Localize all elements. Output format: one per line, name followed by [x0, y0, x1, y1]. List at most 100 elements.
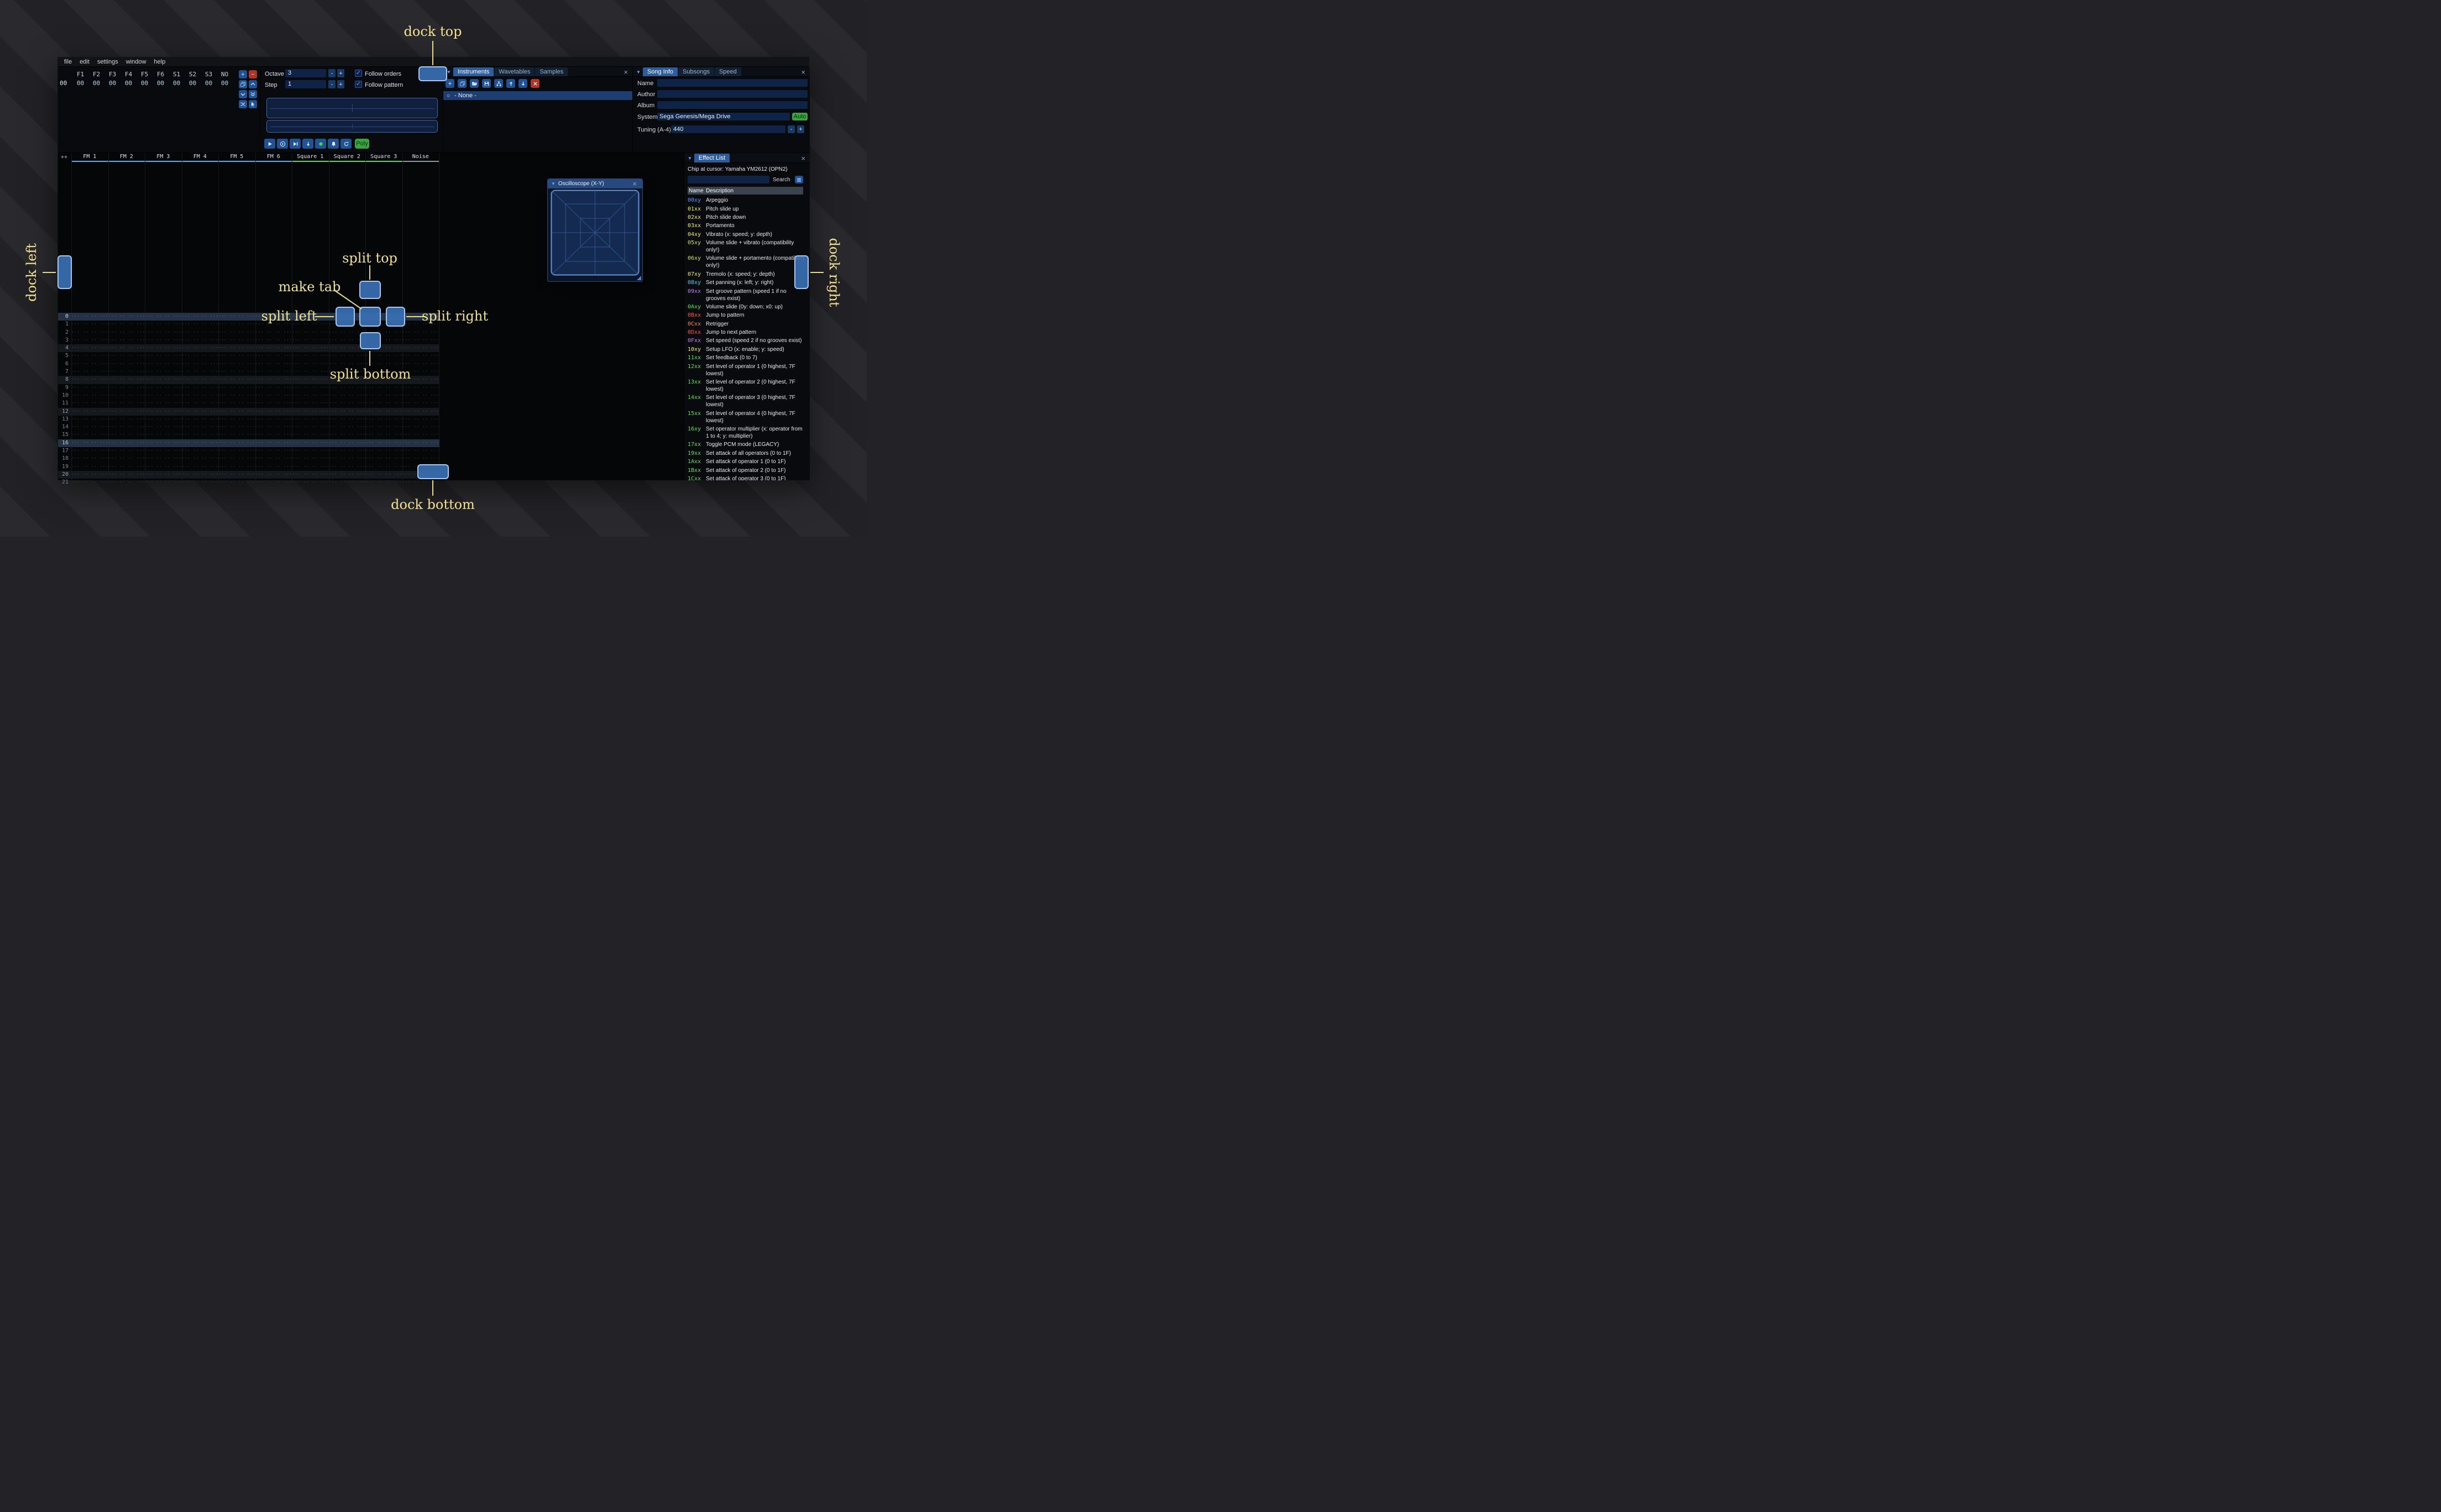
pattern-cell[interactable]: ··· ·· ·· ···	[108, 416, 145, 423]
close-icon[interactable]: ×	[799, 155, 808, 162]
oscilloscope-xy-title-bar[interactable]: ▼ Oscilloscope (X-Y) ×	[548, 179, 642, 188]
pattern-cell[interactable]: ··· ·· ·· ···	[365, 392, 402, 400]
pattern-cell[interactable]: ··· ·· ·· ···	[255, 447, 292, 455]
pattern-cell[interactable]: ··· ·· ·· ···	[218, 360, 255, 368]
pattern-cell[interactable]: ··· ·· ·· ···	[218, 439, 255, 447]
pattern-cell[interactable]: ··· ·· ·· ···	[329, 352, 366, 360]
pattern-cell[interactable]: ··· ·· ·· ···	[145, 352, 182, 360]
split-bottom-button[interactable]	[360, 332, 381, 349]
pattern-cell[interactable]: ··· ·· ·· ···	[71, 431, 108, 439]
orders-cell[interactable]: 00	[88, 80, 104, 87]
pattern-cell[interactable]: ··· ·· ·· ···	[182, 431, 219, 439]
pattern-cell[interactable]: ··· ·· ·· ···	[145, 479, 182, 486]
pattern-cell[interactable]: ··· ·· ·· ···	[255, 471, 292, 479]
orders-cell[interactable]: 00	[104, 80, 121, 87]
effect-search-input[interactable]	[688, 176, 769, 183]
pattern-cell[interactable]: ··· ·· ·· ···	[292, 416, 329, 423]
pattern-cell[interactable]: ··· ·· ·· ···	[145, 431, 182, 439]
tuning-input[interactable]: 440	[671, 125, 785, 133]
pattern-cell[interactable]: ··· ·· ·· ···	[329, 423, 366, 431]
pattern-cell[interactable]: ··· ·· ·· ···	[145, 455, 182, 463]
pattern-cell[interactable]: ··· ·· ·· ···	[145, 447, 182, 455]
pattern-cell[interactable]: ··· ·· ·· ···	[365, 423, 402, 431]
resize-grip[interactable]	[637, 276, 641, 280]
channel-header-square-1[interactable]: Square 1	[292, 154, 329, 161]
pattern-cell[interactable]: ··· ·· ·· ···	[365, 352, 402, 360]
pattern-cell[interactable]: ··· ·· ·· ···	[255, 360, 292, 368]
channel-header-square-2[interactable]: Square 2	[329, 154, 366, 161]
make-tab-button[interactable]	[359, 307, 381, 327]
orders-cell[interactable]: 00	[137, 80, 153, 87]
pattern-cell[interactable]: ··· ·· ·· ···	[218, 463, 255, 471]
pattern-cell[interactable]: ··· ·· ·· ···	[182, 376, 219, 384]
pattern-cell[interactable]: ··· ·· ·· ···	[402, 337, 439, 344]
pattern-cell[interactable]: ··· ·· ·· ···	[255, 416, 292, 423]
pattern-cell[interactable]: ··· ·· ·· ···	[218, 384, 255, 392]
play-button[interactable]	[264, 139, 275, 149]
orders-cell[interactable]: 00	[121, 80, 137, 87]
channel-header-fm-1[interactable]: FM 1	[71, 154, 108, 161]
pattern-cell[interactable]: ··· ·· ·· ···	[71, 416, 108, 423]
pattern-cell[interactable]: ··· ·· ·· ···	[402, 360, 439, 368]
pattern-cell[interactable]: ··· ·· ·· ···	[255, 423, 292, 431]
pattern-cell[interactable]: ··· ·· ·· ···	[329, 416, 366, 423]
pattern-cell[interactable]: ··· ·· ·· ···	[329, 431, 366, 439]
pattern-cell[interactable]: ··· ·· ·· ···	[329, 376, 366, 384]
open-instrument-button[interactable]	[470, 79, 479, 88]
orders-cell[interactable]: 00	[153, 80, 169, 87]
pattern-cell[interactable]: ··· ·· ·· ···	[71, 447, 108, 455]
pattern-cell[interactable]: ··· ·· ·· ···	[365, 447, 402, 455]
pattern-cell[interactable]: ··· ·· ·· ···	[182, 392, 219, 400]
pattern-cell[interactable]: ··· ·· ·· ···	[108, 376, 145, 384]
dock-target-right-button[interactable]	[794, 255, 809, 289]
channel-header-fm-6[interactable]: FM 6	[255, 154, 292, 161]
pattern-cell[interactable]: ··· ·· ·· ···	[292, 471, 329, 479]
pattern-cell[interactable]: ··· ·· ·· ···	[329, 368, 366, 376]
menu-item-edit[interactable]: edit	[76, 59, 93, 65]
pattern-cell[interactable]: ··· ·· ·· ···	[329, 360, 366, 368]
pattern-cell[interactable]: ··· ·· ·· ···	[292, 376, 329, 384]
pattern-cell[interactable]: ··· ·· ·· ···	[182, 439, 219, 447]
play-pattern-button[interactable]	[290, 139, 301, 149]
pattern-cell[interactable]: ··· ·· ·· ···	[71, 360, 108, 368]
pattern-cell[interactable]: ··· ·· ·· ···	[255, 463, 292, 471]
pattern-cell[interactable]: ··· ·· ·· ···	[329, 392, 366, 400]
pattern-cell[interactable]: ··· ·· ·· ···	[218, 423, 255, 431]
pattern-cell[interactable]: ··· ·· ·· ···	[71, 463, 108, 471]
pattern-cell[interactable]: ··· ·· ·· ···	[145, 416, 182, 423]
pattern-cell[interactable]: ··· ·· ·· ···	[402, 344, 439, 352]
pattern-cell[interactable]: ··· ·· ·· ···	[71, 384, 108, 392]
pattern-cell[interactable]: ··· ·· ·· ···	[71, 337, 108, 344]
pattern-cell[interactable]: ··· ·· ·· ···	[255, 479, 292, 486]
pattern-cell[interactable]: ··· ·· ·· ···	[329, 471, 366, 479]
pattern-cell[interactable]: ··· ·· ·· ···	[182, 344, 219, 352]
pattern-cell[interactable]: ··· ·· ·· ···	[292, 400, 329, 407]
pattern-cell[interactable]: ··· ·· ·· ···	[182, 447, 219, 455]
order-change-mode-button[interactable]	[239, 100, 247, 108]
pattern-cell[interactable]: ··· ·· ·· ···	[329, 400, 366, 407]
pattern-cell[interactable]: ··· ·· ·· ···	[145, 439, 182, 447]
channel-header-square-3[interactable]: Square 3	[365, 154, 402, 161]
pattern-cell[interactable]: ··· ·· ·· ···	[329, 479, 366, 486]
pattern-cell[interactable]: ··· ·· ·· ···	[365, 408, 402, 416]
pattern-cell[interactable]: ··· ·· ·· ···	[108, 400, 145, 407]
orders-cell[interactable]: 00	[217, 80, 233, 87]
pattern-cell[interactable]: ··· ·· ·· ···	[71, 408, 108, 416]
pattern-cell[interactable]: ··· ·· ·· ···	[71, 455, 108, 463]
album-field[interactable]	[657, 101, 808, 109]
collapse-arrow-icon[interactable]: ▼	[635, 70, 643, 75]
pattern-cell[interactable]: ··· ·· ·· ···	[182, 416, 219, 423]
duplicate-order-to-end-button[interactable]	[249, 90, 257, 98]
save-instrument-button[interactable]	[482, 79, 491, 88]
pattern-cell[interactable]: ··· ·· ·· ···	[218, 313, 255, 321]
pattern-cell[interactable]: ··· ·· ·· ···	[292, 368, 329, 376]
pattern-cell[interactable]: ··· ·· ·· ···	[182, 337, 219, 344]
pattern-cell[interactable]: ··· ·· ·· ···	[182, 321, 219, 328]
pattern-cell[interactable]: ··· ·· ·· ···	[218, 352, 255, 360]
pattern-cell[interactable]: ··· ·· ·· ···	[108, 431, 145, 439]
pattern-cell[interactable]: ··· ·· ·· ···	[402, 431, 439, 439]
split-top-button[interactable]	[359, 281, 381, 299]
pattern-cell[interactable]: ··· ·· ·· ···	[145, 392, 182, 400]
remove-order-button[interactable]: −	[249, 70, 257, 78]
close-icon[interactable]: ×	[799, 69, 808, 76]
